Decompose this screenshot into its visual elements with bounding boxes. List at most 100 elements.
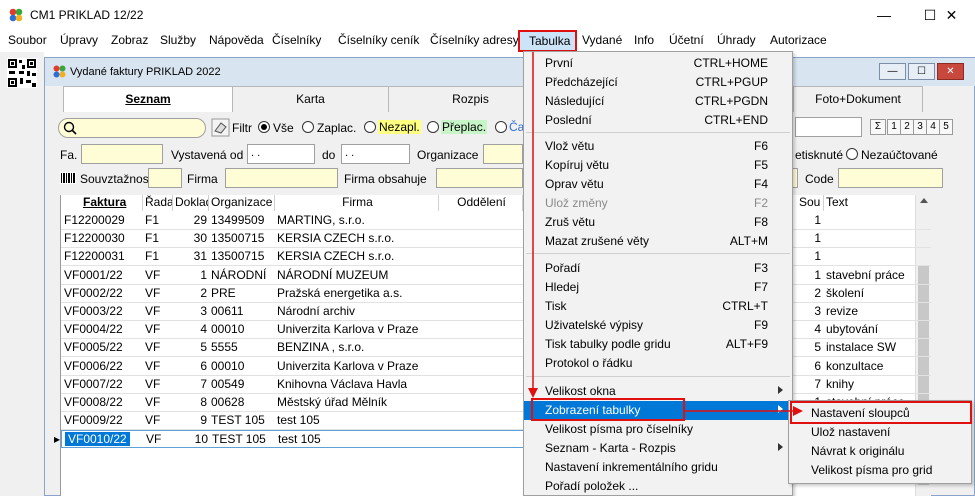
menu-item-tisk[interactable]: Tisk CTRL+T xyxy=(524,297,792,316)
col-header-firma[interactable]: Firma xyxy=(275,195,439,211)
sum-1-button[interactable]: 1 xyxy=(887,119,901,135)
menu-item-predchazejici[interactable]: Předcházející CTRL+PGUP xyxy=(524,73,792,92)
col-header-text[interactable]: Text xyxy=(824,195,916,211)
menu-upravy[interactable]: Úpravy xyxy=(60,33,98,47)
menu-sluzby[interactable]: Služby xyxy=(160,33,196,47)
menu-zobraz[interactable]: Zobraz xyxy=(111,33,148,47)
eraser-icon[interactable] xyxy=(211,118,230,137)
col-header-sou[interactable]: Sou xyxy=(797,195,824,211)
nezauctovane-radio[interactable] xyxy=(846,148,858,160)
submenu-uloz-nastaveni[interactable]: Ulož nastavení xyxy=(811,425,890,439)
qr-code-icon[interactable] xyxy=(7,58,37,88)
tabulka-context-menu: První CTRL+HOME Předcházející CTRL+PGUP Násl… xyxy=(523,51,793,496)
sum-button[interactable]: Σ xyxy=(870,119,886,135)
menu-ciselniky[interactable]: Číselníky xyxy=(272,33,321,47)
submenu-navrat-k-originalu[interactable]: Návrat k originálu xyxy=(811,444,904,458)
child-minimize-button[interactable]: — xyxy=(879,63,906,80)
menu-tabulka-highlight[interactable]: Tabulka xyxy=(518,30,577,52)
cell-sou: 3 xyxy=(814,304,821,318)
menu-item-poradi[interactable]: Pořadí F3 xyxy=(524,259,792,278)
col-header-organizace[interactable]: Organizace xyxy=(209,195,275,211)
close-button[interactable]: ✕ xyxy=(928,0,975,30)
filter-preplac-radio[interactable] xyxy=(427,121,439,133)
cell-text: instalace SW xyxy=(826,340,897,355)
menu-item-protokol[interactable]: Protokol o řádku xyxy=(524,354,792,373)
firma-input[interactable] xyxy=(225,168,338,188)
table-row[interactable]: VF0002/22 VF 2 PRE Pražská energetika a.s. 2 š… xyxy=(61,285,931,303)
col-header-doklad[interactable]: Doklad xyxy=(173,195,209,211)
search-input[interactable] xyxy=(58,118,206,138)
sum-2-button[interactable]: 2 xyxy=(900,119,914,135)
child-close-button[interactable]: ✕ xyxy=(937,63,964,80)
right-filter-input[interactable] xyxy=(795,117,862,137)
submenu-velikost-pisma[interactable]: Velikost písma pro grid xyxy=(811,463,932,477)
menu-item-oprav-vetu[interactable]: Oprav větu F4 xyxy=(524,175,792,194)
table-row[interactable]: VF0004/22 VF 4 00010 Univerzita Karlova v Pr… xyxy=(61,321,931,340)
cell-firma: Univerzita Karlova v Praze xyxy=(277,322,419,337)
menu-item-shortcut: CTRL+HOME xyxy=(693,56,768,70)
menu-item-zrus-vetu[interactable]: Zruš větu F8 xyxy=(524,213,792,232)
filter-ca-radio[interactable] xyxy=(495,121,507,133)
col-header-oddeleni[interactable]: Oddělení xyxy=(439,195,523,211)
table-row[interactable]: VF0006/22 VF 6 00010 Univerzita Karlova v Pr… xyxy=(61,358,931,376)
table-row[interactable]: VF0007/22 VF 7 00549 Knihovna Václava Havla 7… xyxy=(61,376,931,394)
sum-5-button[interactable]: 5 xyxy=(939,119,953,135)
fa-input[interactable] xyxy=(81,144,163,164)
date-from-input[interactable]: . . xyxy=(247,144,315,164)
menu-item-velikost-pisma-ciselniky[interactable]: Velikost písma pro číselníky xyxy=(524,420,792,439)
cell-sou: 2 xyxy=(814,285,821,300)
menu-item-nasledujici[interactable]: Následující CTRL+PGDN xyxy=(524,92,792,111)
filter-zaplac-radio[interactable] xyxy=(302,121,314,133)
menu-soubor[interactable]: Soubor xyxy=(8,33,47,47)
cell-rada: VF xyxy=(145,413,161,428)
menu-item-label: Nastavení inkrementálního gridu xyxy=(545,460,718,474)
tab-karta[interactable]: Karta xyxy=(232,86,389,112)
table-row[interactable]: VF0003/22 VF 3 00611 Národní archiv 3 revize xyxy=(61,303,931,321)
menu-item-prvni[interactable]: První CTRL+HOME xyxy=(524,54,792,73)
filter-vse-radio[interactable] xyxy=(258,121,270,133)
code-input[interactable] xyxy=(838,168,943,188)
menu-item-label: Hledej xyxy=(545,280,580,294)
menu-item-label: Mazat zrušené věty xyxy=(545,234,650,248)
menu-napoveda[interactable]: Nápověda xyxy=(209,33,264,47)
table-row[interactable]: F12200029 F1 29 13499509 MARTING, s.r.o. 1 xyxy=(61,212,931,230)
menu-item-label: Uživatelské výpisy xyxy=(545,318,644,332)
filter-nezapl-radio[interactable] xyxy=(364,121,376,133)
menu-ciselniky-cenik[interactable]: Číselníky ceník xyxy=(338,33,419,47)
menu-ciselniky-adresy[interactable]: Číselníky adresy xyxy=(430,33,519,47)
menu-item-uloz-zmeny[interactable]: Ulož změny F2 xyxy=(524,194,792,213)
table-row[interactable]: VF0005/22 VF 5 5555 BENZINA , s.r.o. 5 instala… xyxy=(61,339,931,358)
menu-item-posledni[interactable]: Poslední CTRL+END xyxy=(524,111,792,130)
cell-faktura: VF0004/22 xyxy=(64,322,123,337)
col-header-faktura[interactable]: Faktura xyxy=(61,195,143,211)
sum-4-button[interactable]: 4 xyxy=(926,119,940,135)
menu-item-nastaveni-inkrementalniho-gridu[interactable]: Nastavení inkrementálního gridu xyxy=(524,458,792,477)
firma-obsahuje-input[interactable] xyxy=(436,168,523,188)
scroll-up-icon[interactable] xyxy=(920,198,928,203)
minimize-button[interactable]: — xyxy=(861,0,907,30)
menu-item-kopiruj-vetu[interactable]: Kopíruj větu F5 xyxy=(524,156,792,175)
menu-item-poradi-polozek[interactable]: Pořadí položek ... xyxy=(524,477,792,496)
col-header-rada[interactable]: Řada xyxy=(143,195,173,211)
date-to-input[interactable]: . . xyxy=(341,144,410,164)
tab-seznam[interactable]: Seznam xyxy=(63,86,233,112)
submenu-arrow-icon xyxy=(778,386,783,394)
organizace-input[interactable] xyxy=(483,144,523,164)
menu-item-seznam-karta-rozpis[interactable]: Seznam - Karta - Rozpis xyxy=(524,439,792,458)
child-maximize-button[interactable]: ☐ xyxy=(908,63,935,80)
menu-item-mazat-zrusene[interactable]: Mazat zrušené věty ALT+M xyxy=(524,232,792,251)
menu-item-tisk-tabulky[interactable]: Tisk tabulky podle gridu ALT+F9 xyxy=(524,335,792,354)
souvztaznost-input[interactable] xyxy=(148,168,182,188)
nezauctovane-label: Nezaúčtované xyxy=(861,148,938,162)
menu-item-vloz-vetu[interactable]: Vlož větu F6 xyxy=(524,137,792,156)
menu-item-uzivatelske-vypisy[interactable]: Uživatelské výpisy F9 xyxy=(524,316,792,335)
menu-tabulka[interactable]: Tabulka xyxy=(529,34,570,48)
table-row[interactable]: F12200031 F1 31 13500715 KERSIA CZECH s.r.o.… xyxy=(61,248,931,267)
sum-3-button[interactable]: 3 xyxy=(913,119,927,135)
table-row[interactable]: VF0001/22 VF 1 NÁRODNÍ NÁRODNÍ MUZEUM 1 staveb… xyxy=(61,267,931,285)
menu-item-hledej[interactable]: Hledej F7 xyxy=(524,278,792,297)
menu-item-label: Velikost okna xyxy=(545,384,616,398)
cell-firma: Městský úřad Mělník xyxy=(277,395,388,409)
tab-foto-dokument[interactable]: Foto+Dokument xyxy=(793,86,923,112)
table-row[interactable]: F12200030 F1 30 13500715 KERSIA CZECH s.r.o.… xyxy=(61,230,931,249)
